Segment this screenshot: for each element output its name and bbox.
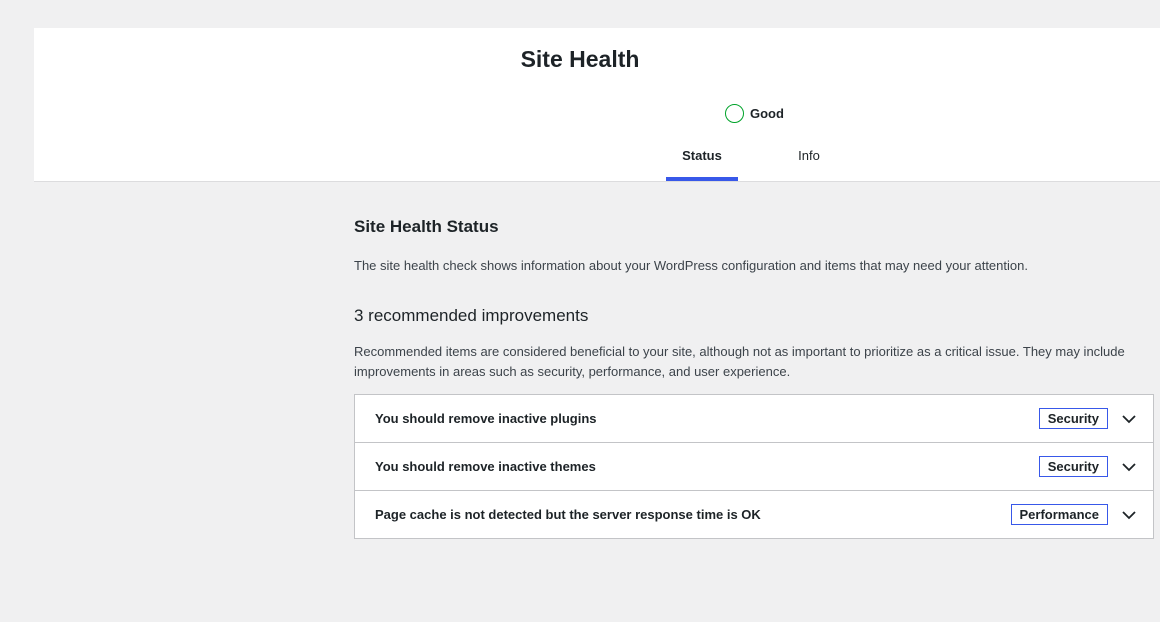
issue-title: Page cache is not detected but the serve… xyxy=(375,507,761,522)
issues-list: You should remove inactive plugins Secur… xyxy=(354,394,1154,539)
status-circle-icon xyxy=(725,103,744,123)
issue-title: You should remove inactive themes xyxy=(375,459,596,474)
tab-bar: Status Info xyxy=(666,140,874,182)
health-status: Good xyxy=(725,103,784,123)
chevron-down-icon[interactable] xyxy=(1121,459,1137,475)
tab-status[interactable]: Status xyxy=(666,140,738,181)
issue-row-inactive-plugins[interactable]: You should remove inactive plugins Secur… xyxy=(355,395,1153,443)
issue-row-page-cache[interactable]: Page cache is not detected but the serve… xyxy=(355,491,1153,538)
issue-badge: Security xyxy=(1038,456,1108,477)
section-description: The site health check shows information … xyxy=(354,258,1028,273)
section-title: Site Health Status xyxy=(354,217,499,236)
chevron-down-icon[interactable] xyxy=(1121,411,1137,427)
improvements-description: Recommended items are considered benefic… xyxy=(354,344,1125,379)
issue-row-inactive-themes[interactable]: You should remove inactive themes Securi… xyxy=(355,443,1153,491)
issue-title: You should remove inactive plugins xyxy=(375,411,597,426)
status-label: Good xyxy=(750,105,784,121)
issue-badge: Performance xyxy=(1010,504,1108,525)
improvements-title: 3 recommended improvements xyxy=(354,306,589,325)
issue-badge: Security xyxy=(1038,408,1108,429)
tab-info[interactable]: Info xyxy=(738,140,874,181)
chevron-down-icon[interactable] xyxy=(1121,507,1137,523)
page-title: Site Health xyxy=(520,46,640,72)
